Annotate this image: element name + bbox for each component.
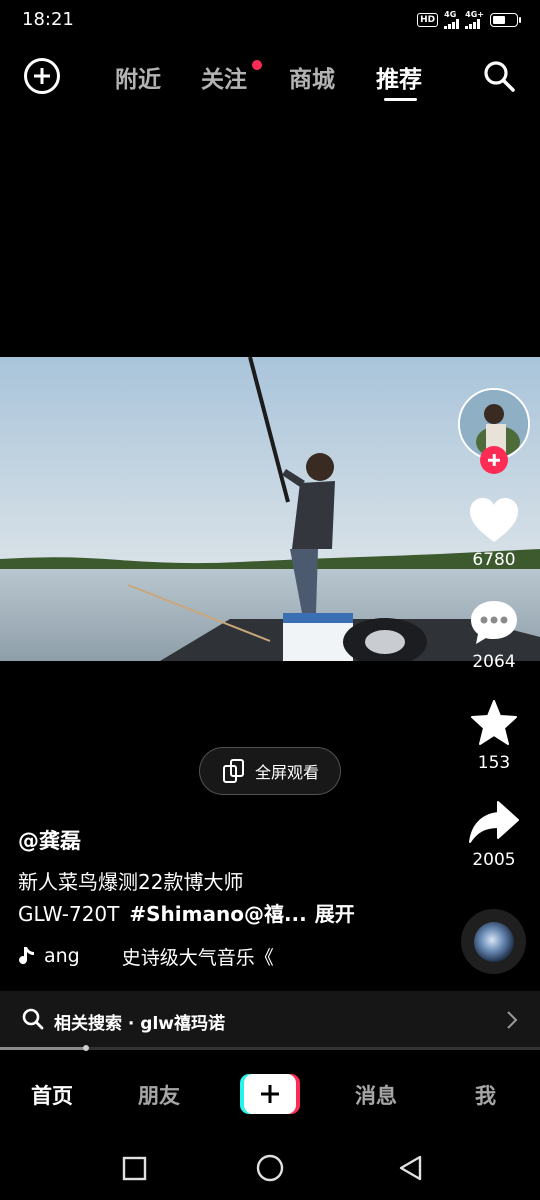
music-cover	[473, 921, 514, 962]
like-count: 6780	[472, 550, 516, 570]
hd-icon: HD	[417, 13, 439, 27]
comment-icon	[471, 601, 517, 644]
fullscreen-button[interactable]: 全屏观看	[199, 747, 341, 795]
signal-icon-2: 4G+	[465, 11, 484, 29]
music-title-part2: 史诗级大气音乐《	[121, 946, 274, 969]
related-search-bar[interactable]: 相关搜索 · glw禧玛诺	[0, 991, 540, 1049]
active-tab-indicator	[384, 98, 417, 101]
network-type-2: 4G+	[465, 10, 484, 19]
author-name[interactable]: @龚磊	[18, 825, 81, 855]
recent-apps-icon[interactable]	[122, 1156, 147, 1181]
related-search-text: 相关搜索 · glw禧玛诺	[54, 1014, 225, 1034]
status-bar: 18:21 HD 4G 4G+	[0, 0, 540, 42]
nav-me[interactable]: 我	[475, 1080, 496, 1110]
music-title-part1: ang	[44, 945, 80, 967]
follow-button[interactable]	[480, 446, 508, 474]
search-icon[interactable]	[482, 59, 516, 93]
tab-recommended[interactable]: 推荐	[376, 60, 422, 94]
expand-button[interactable]: 展开	[315, 902, 355, 926]
back-triangle-icon[interactable]	[399, 1155, 422, 1181]
music-info[interactable]: ang 史诗级大气音乐《	[18, 942, 274, 970]
like-button[interactable]: 6780	[459, 496, 529, 570]
video-progress-bar[interactable]	[0, 1045, 540, 1051]
network-type-1: 4G	[444, 10, 457, 19]
battery-level	[493, 16, 506, 24]
fullscreen-label: 全屏观看	[254, 763, 319, 782]
chevron-right-icon	[507, 1011, 518, 1029]
nav-home[interactable]: 首页	[31, 1080, 73, 1110]
heart-icon	[470, 498, 518, 542]
share-count: 2005	[472, 850, 516, 870]
favorite-count: 153	[477, 753, 511, 773]
create-button[interactable]	[240, 1074, 300, 1114]
status-icons: HD 4G 4G+	[417, 10, 521, 29]
system-nav-bar	[0, 1140, 540, 1200]
rotate-screen-icon	[222, 759, 244, 783]
tab-following[interactable]: 关注	[201, 60, 247, 94]
nav-friends[interactable]: 朋友	[138, 1080, 180, 1110]
comment-count: 2064	[472, 652, 516, 672]
tab-nearby[interactable]: 附近	[115, 60, 161, 94]
caption-model: GLW-720T	[18, 902, 120, 926]
search-icon	[22, 1008, 44, 1030]
comment-button[interactable]: 2064	[459, 598, 529, 672]
bottom-nav: 首页 朋友 消息 我	[0, 1060, 540, 1130]
favorite-button[interactable]: 153	[459, 699, 529, 773]
caption-hashtag[interactable]: #Shimano@禧...	[129, 902, 306, 926]
battery-icon	[490, 13, 521, 27]
music-disc-button[interactable]	[461, 909, 526, 974]
nav-messages[interactable]: 消息	[355, 1080, 397, 1110]
home-circle-icon[interactable]	[256, 1154, 284, 1182]
status-time: 18:21	[22, 9, 74, 30]
share-arrow-icon	[469, 801, 519, 843]
music-note-icon	[19, 947, 34, 965]
top-nav: 附近 关注 商城 推荐	[0, 50, 540, 104]
caption-line-2: GLW-720T #Shimano@禧... 展开	[18, 898, 355, 927]
signal-icon-1: 4G	[444, 10, 460, 29]
plus-icon	[244, 1074, 296, 1114]
progress-handle[interactable]	[83, 1045, 90, 1051]
add-circle-icon[interactable]	[24, 58, 60, 94]
star-icon	[471, 700, 517, 745]
notification-dot	[252, 60, 262, 70]
tab-mall[interactable]: 商城	[289, 60, 335, 94]
caption-line-1: 新人菜鸟爆测22款博大师	[18, 870, 244, 894]
share-button[interactable]: 2005	[459, 800, 529, 870]
progress-fill	[0, 1047, 87, 1050]
